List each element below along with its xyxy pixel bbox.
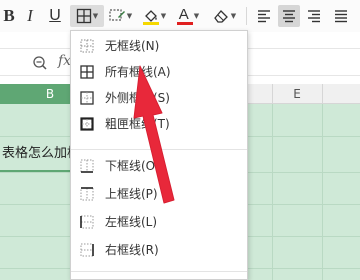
red-arrow-annotation bbox=[133, 65, 175, 204]
